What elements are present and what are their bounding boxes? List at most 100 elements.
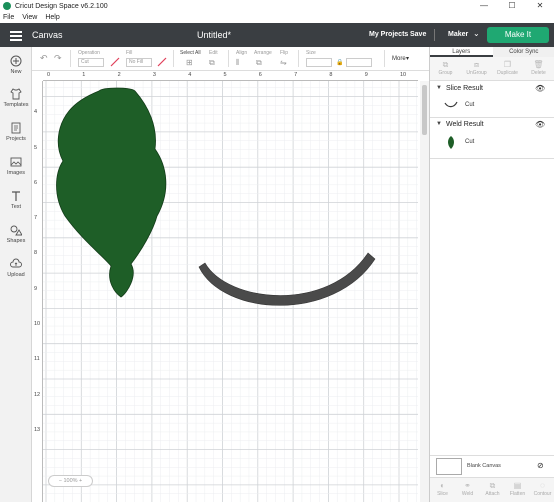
- delete-button[interactable]: 🗑 Delete: [523, 60, 554, 76]
- fill-label: Fill: [126, 50, 133, 56]
- window-title-bar: Cricut Design Space v6.2.100 — ☐ ✕: [0, 0, 554, 12]
- trash-icon: 🗑: [533, 60, 544, 69]
- flip-icon[interactable]: ⇋: [280, 58, 287, 67]
- tool-images[interactable]: Images: [0, 156, 32, 176]
- more-button[interactable]: More: [392, 56, 406, 62]
- tab-layers[interactable]: Layers: [430, 47, 493, 57]
- save-button[interactable]: Save: [410, 31, 426, 38]
- ruler-tick-label: 11: [34, 356, 40, 363]
- ruler-tick-label: 13: [34, 426, 41, 433]
- group-label: Group: [438, 70, 453, 76]
- scroll-thumb[interactable]: [422, 85, 427, 135]
- layer-actions-bottom: ◐ Slice ⚭ Weld ⧉ Attach ▤ Flatten ◌ Contour: [430, 477, 554, 502]
- weld-result-shape[interactable]: [56, 87, 167, 298]
- chevron-down-icon[interactable]: ⌄: [473, 29, 480, 38]
- ruler-tick-label: 4: [188, 72, 192, 78]
- zoom-in-icon[interactable]: +: [78, 478, 82, 484]
- layer-group-name: Slice Result: [446, 85, 483, 92]
- zoom-control[interactable]: − 100% +: [48, 475, 93, 487]
- ruler-tick-label: 6: [34, 179, 38, 186]
- layer-row[interactable]: Cut: [442, 135, 552, 151]
- maximize-button[interactable]: ☐: [500, 0, 524, 12]
- tool-shapes[interactable]: Shapes: [0, 224, 32, 244]
- select-all-icon[interactable]: ⊞: [186, 58, 193, 67]
- layer-group-weld[interactable]: ▼ Weld Result 👁 Cut: [430, 119, 554, 159]
- close-window-button[interactable]: ✕: [528, 0, 552, 12]
- ruler-tick-label: 5: [34, 144, 38, 151]
- pen-icon[interactable]: [110, 57, 120, 69]
- tool-text-label: Text: [10, 204, 22, 210]
- flip-label: Flip: [280, 50, 289, 56]
- ungroup-button[interactable]: ⧈ UnGroup: [461, 60, 492, 76]
- zoom-level: 100%: [63, 478, 78, 484]
- cloud-upload-icon: [10, 258, 23, 270]
- align-icon[interactable]: ⫴: [236, 58, 239, 68]
- tool-upload[interactable]: Upload: [0, 258, 32, 278]
- layer-group-header[interactable]: ▼ Weld Result 👁: [430, 119, 554, 131]
- tool-new[interactable]: New: [0, 55, 32, 75]
- tool-new-label: New: [10, 69, 22, 75]
- ruler-tick-label: 7: [294, 72, 298, 78]
- redo-icon[interactable]: ↷: [54, 53, 62, 64]
- tool-templates[interactable]: Templates: [0, 88, 32, 108]
- arrange-icon[interactable]: ⧉: [256, 58, 262, 68]
- vertical-ruler: 4 5 6 7 8 9 10 11 12 13: [32, 81, 43, 502]
- chevron-down-icon[interactable]: ▼: [436, 121, 442, 127]
- menu-help[interactable]: Help: [45, 14, 59, 21]
- plus-icon: [10, 55, 23, 67]
- eye-hidden-icon[interactable]: ⊘: [537, 461, 544, 470]
- flatten-icon: ▤: [513, 481, 522, 490]
- fill-color-icon[interactable]: [157, 57, 167, 69]
- toolbar-divider: [228, 50, 229, 67]
- more-chevron-icon[interactable]: ▾: [406, 55, 409, 62]
- blank-canvas-label: Blank Canvas: [467, 463, 501, 469]
- menu-file[interactable]: File: [3, 14, 14, 21]
- height-input[interactable]: [346, 58, 372, 67]
- make-it-button[interactable]: Make It: [487, 27, 549, 43]
- weld-button[interactable]: ⚭ Weld: [455, 481, 480, 497]
- chevron-down-icon[interactable]: ▼: [436, 85, 442, 91]
- operation-select[interactable]: Cut: [78, 58, 104, 67]
- attach-button[interactable]: ⧉ Attach: [480, 481, 505, 497]
- tool-projects[interactable]: Projects: [0, 122, 32, 142]
- eye-icon[interactable]: 👁: [535, 84, 545, 93]
- vertical-scrollbar[interactable]: [420, 81, 429, 502]
- layer-row[interactable]: Cut: [442, 98, 552, 114]
- menu-view[interactable]: View: [22, 14, 37, 21]
- minimize-button[interactable]: —: [472, 0, 496, 12]
- slice-button[interactable]: ◐ Slice: [430, 481, 455, 497]
- ruler-tick-label: 3: [152, 72, 156, 78]
- width-input[interactable]: [306, 58, 332, 67]
- my-projects-button[interactable]: My Projects: [369, 31, 408, 38]
- tab-color-sync[interactable]: Color Sync: [492, 47, 554, 57]
- fill-select[interactable]: No Fill: [126, 58, 152, 67]
- blank-canvas-row[interactable]: Blank Canvas ⊘: [430, 455, 554, 477]
- app-logo-icon: [3, 2, 11, 10]
- eye-icon[interactable]: 👁: [535, 120, 545, 129]
- canvas-grid[interactable]: [43, 81, 418, 502]
- tool-text[interactable]: Text: [0, 190, 32, 210]
- ruler-tick-label: 2: [117, 72, 121, 78]
- left-toolbar: New Templates Projects Images Text Shape…: [0, 47, 32, 502]
- design-canvas[interactable]: 0 1 2 3 4 5 6 7 8 9 10 4 5 6 7 8 9 10 11 12 13 − 100% +: [32, 71, 429, 502]
- contour-button[interactable]: ◌ Contour: [530, 481, 554, 497]
- ruler-tick-label: 12: [34, 391, 41, 398]
- undo-icon[interactable]: ↶: [40, 53, 48, 64]
- contour-label: Contour: [533, 491, 552, 497]
- layer-group-slice[interactable]: ▼ Slice Result 👁 Cut: [430, 83, 554, 118]
- layer-actions-top: ⧉ Group ⧈ UnGroup ❐ Duplicate 🗑 Delete: [430, 57, 554, 81]
- machine-select[interactable]: Maker: [448, 31, 468, 38]
- flatten-label: Flatten: [509, 491, 526, 497]
- flatten-button[interactable]: ▤ Flatten: [505, 481, 530, 497]
- edit-icon[interactable]: ⧉: [209, 58, 215, 68]
- hamburger-menu-icon[interactable]: [10, 31, 22, 41]
- ruler-tick-label: 1: [82, 72, 86, 78]
- slice-label: Slice: [437, 491, 448, 497]
- slice-result-shape[interactable]: [198, 252, 376, 306]
- group-button[interactable]: ⧉ Group: [430, 60, 461, 76]
- layer-group-name: Weld Result: [446, 121, 484, 128]
- lock-icon[interactable]: 🔒: [336, 59, 343, 66]
- layer-group-header[interactable]: ▼ Slice Result 👁: [430, 83, 554, 95]
- attach-icon: ⧉: [489, 481, 496, 490]
- duplicate-button[interactable]: ❐ Duplicate: [492, 60, 523, 76]
